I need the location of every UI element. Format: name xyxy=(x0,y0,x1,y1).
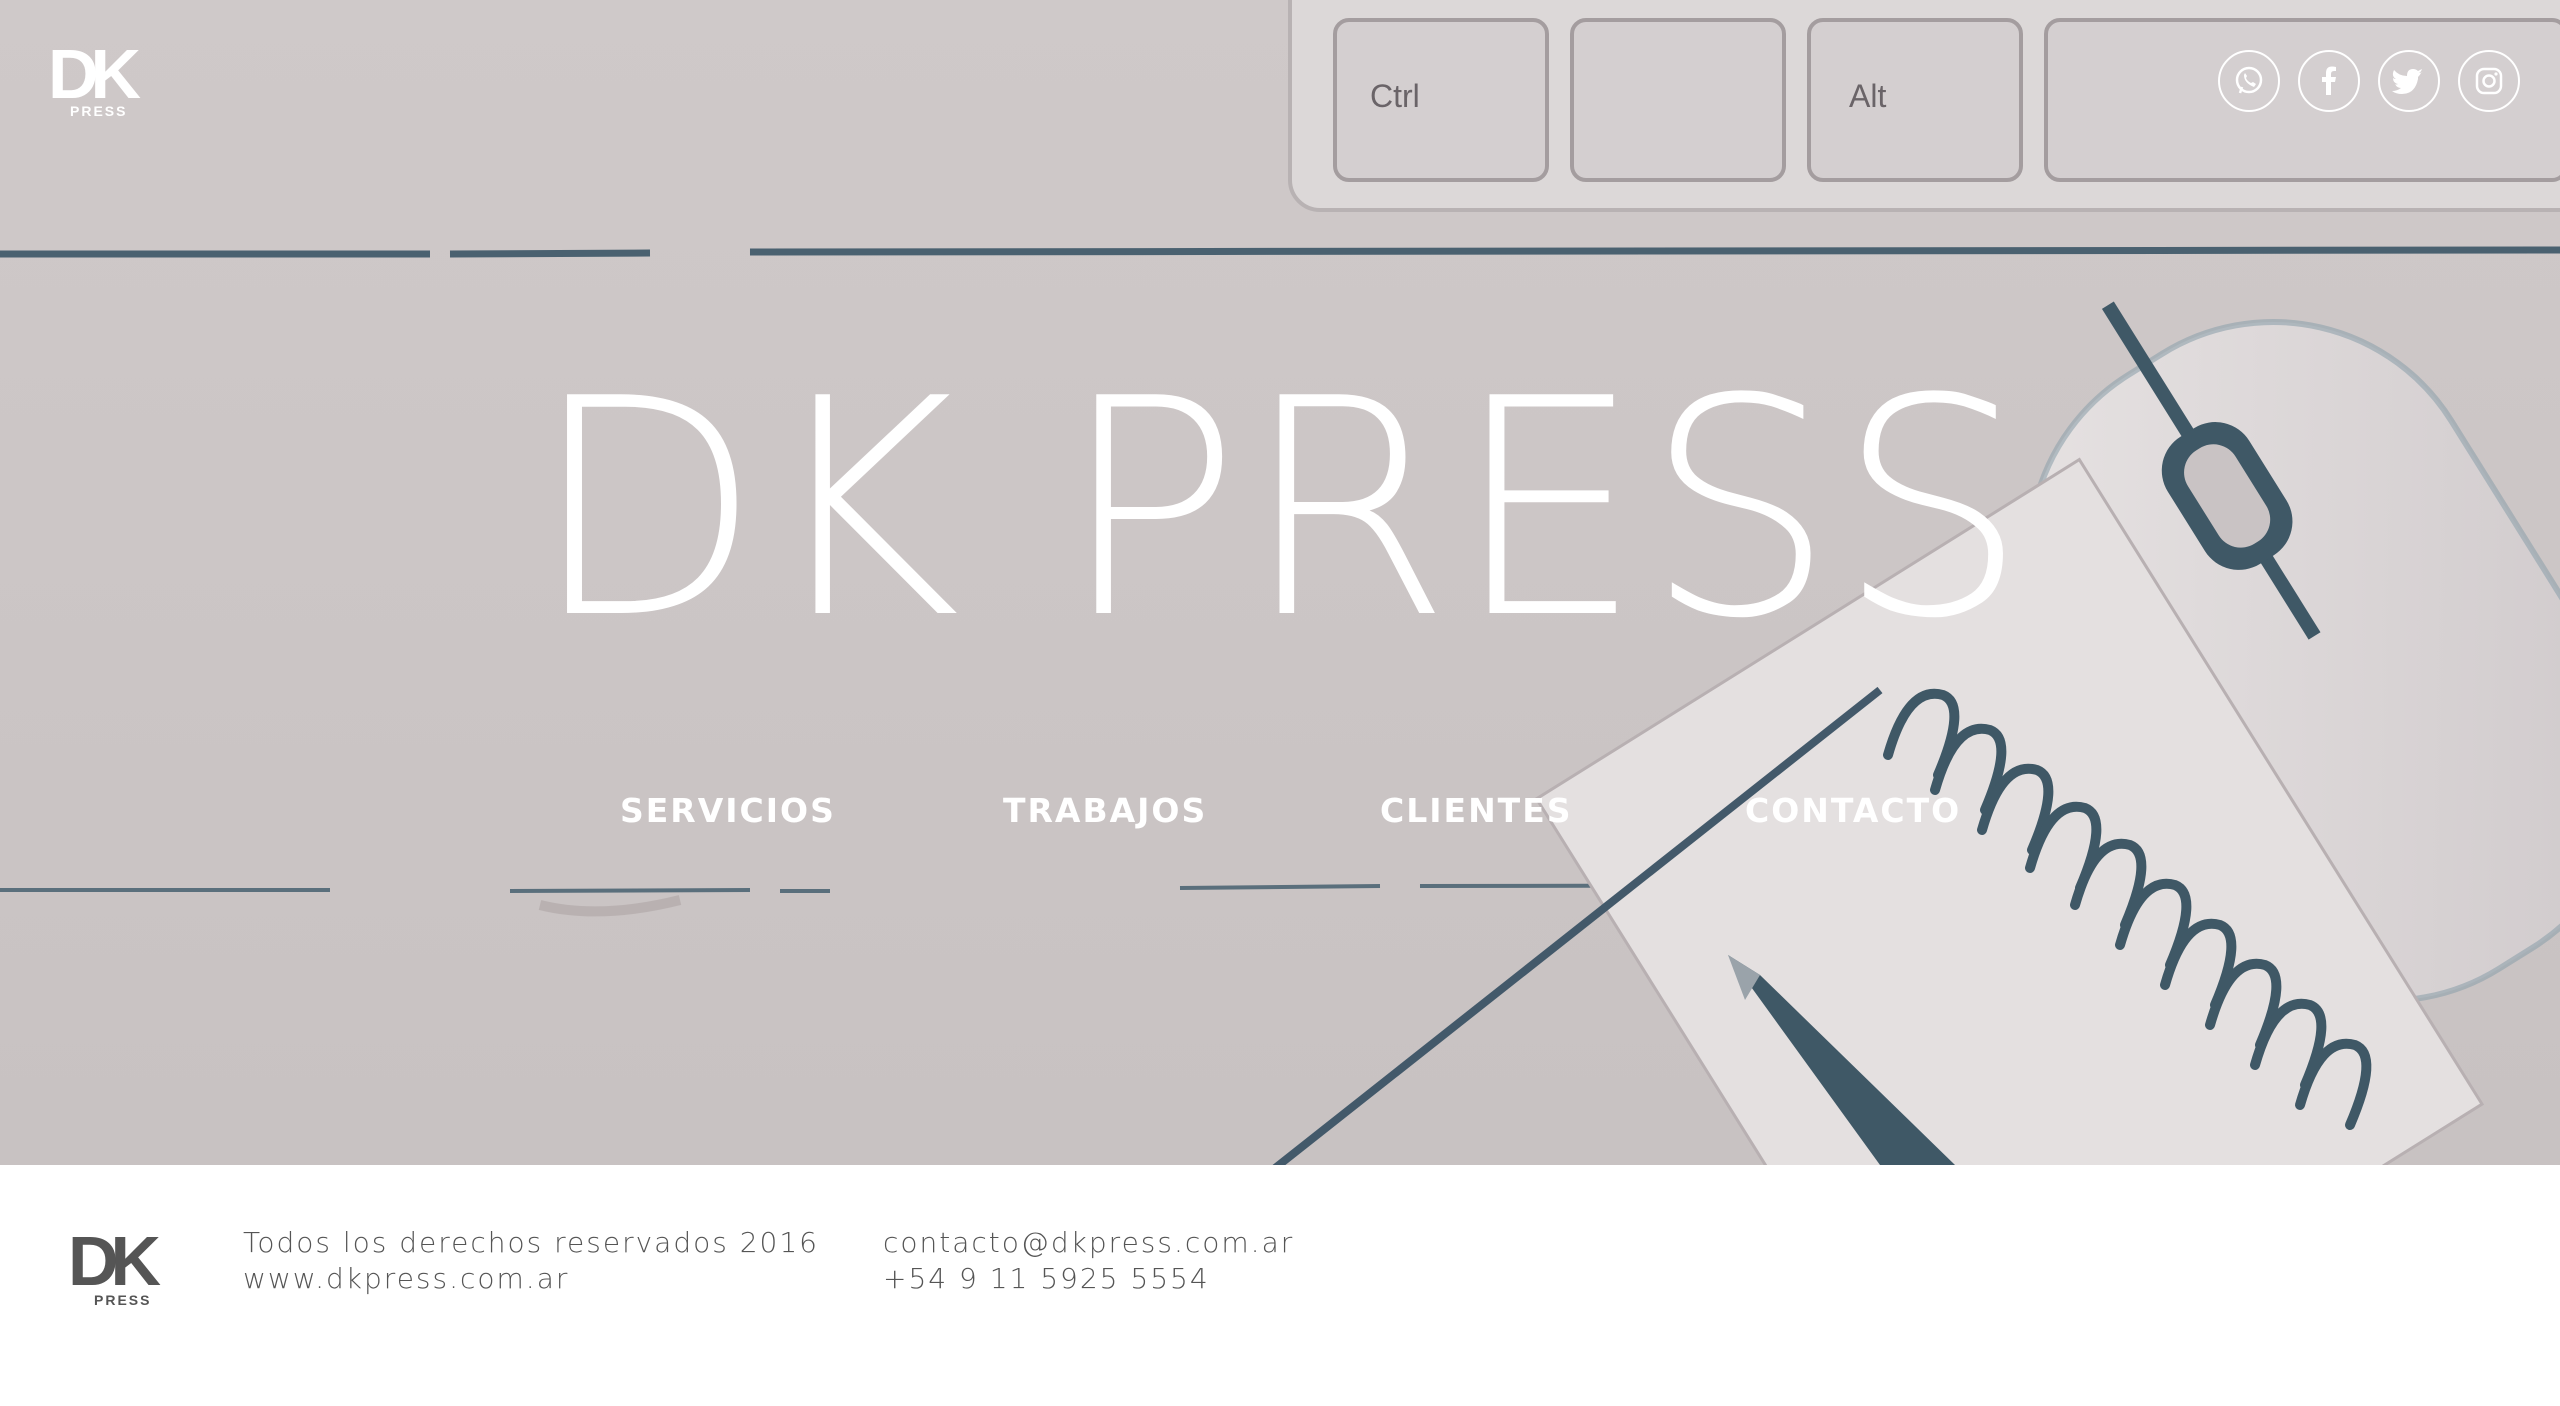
footer: DK PRESS Todos los derechos reservados 2… xyxy=(0,1165,2560,1406)
facebook-button[interactable] xyxy=(2298,50,2360,112)
social-links xyxy=(2218,50,2520,112)
hero-section: Ctrl Alt DK PRESS DK PRESS SERVICIOS TRA… xyxy=(0,0,2560,1165)
nav-item-clientes[interactable]: CLIENTES xyxy=(1380,786,1573,836)
ctrl-key-label: Ctrl xyxy=(1370,78,1420,114)
whatsapp-button[interactable] xyxy=(2218,50,2280,112)
hero-title: DK PRESS xyxy=(530,335,2030,684)
footer-contact: contacto@dkpress.com.ar +54 9 11 5925 55… xyxy=(883,1225,1294,1297)
email-link[interactable]: contacto@dkpress.com.ar xyxy=(883,1225,1294,1261)
copyright-text: Todos los derechos reservados 2016 xyxy=(243,1226,819,1259)
phone-link[interactable]: +54 9 11 5925 5554 xyxy=(883,1261,1294,1297)
svg-text:DK: DK xyxy=(48,38,141,113)
dk-press-logo[interactable]: DK PRESS xyxy=(48,38,152,118)
whatsapp-icon xyxy=(2235,66,2263,94)
svg-text:PRESS: PRESS xyxy=(94,1292,151,1307)
footer-info: Todos los derechos reservados 2016 www.d… xyxy=(243,1225,819,1297)
website-link[interactable]: www.dkpress.com.ar xyxy=(243,1261,819,1297)
footer-logo[interactable]: DK PRESS xyxy=(68,1225,172,1307)
main-nav: SERVICIOS TRABAJOS CLIENTES CONTACTO xyxy=(0,786,2560,836)
nav-item-servicios[interactable]: SERVICIOS xyxy=(620,786,836,836)
twitter-icon xyxy=(2392,69,2423,94)
nav-item-trabajos[interactable]: TRABAJOS xyxy=(1003,786,1207,836)
facebook-icon xyxy=(2322,66,2336,95)
svg-text:PRESS: PRESS xyxy=(70,103,127,118)
instagram-icon xyxy=(2475,67,2503,95)
alt-key-label: Alt xyxy=(1849,78,1886,114)
twitter-button[interactable] xyxy=(2378,50,2440,112)
svg-text:DK: DK xyxy=(68,1225,161,1300)
instagram-button[interactable] xyxy=(2458,50,2520,112)
nav-item-contacto[interactable]: CONTACTO xyxy=(1745,786,1961,836)
